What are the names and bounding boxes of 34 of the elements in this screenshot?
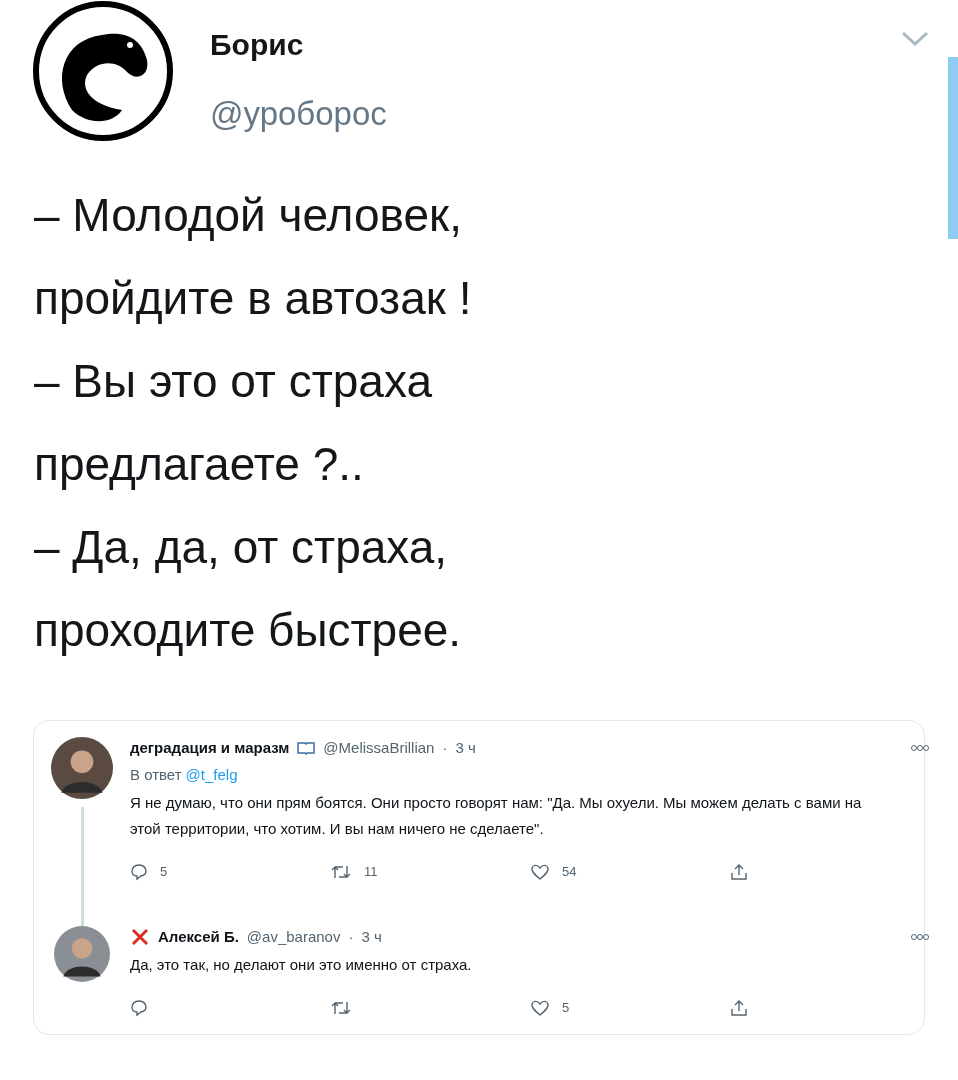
action-count: 11 [364,863,378,881]
avatar [51,737,113,799]
reply-handle: @MelissaBrillian [323,738,435,758]
tweet-text-line: предлагаете ?.. [34,437,365,492]
tweet-text-line: пройдите в автозак ! [34,271,473,326]
reply-handle: @av_baranov [246,926,341,947]
action-count: 5 [160,863,168,881]
tweet-text-line: проходите быстрее. [34,603,463,658]
reply-author-name: Алексей Б. [158,926,239,947]
avatar [54,925,110,982]
more-options-icon[interactable] [910,932,930,941]
more-options-icon[interactable] [910,744,930,753]
heart-icon[interactable] [530,862,550,881]
reply-time: 3 ч [455,738,476,758]
share-icon[interactable] [730,998,748,1017]
reply-context: В ответ [130,764,182,785]
action-count: 5 [562,999,570,1017]
tweet-text-line: – Да, да, от страха, [34,520,449,575]
author-handle: @уроборос [210,94,388,134]
action-count: 54 [562,863,577,881]
heart-icon[interactable] [530,998,550,1017]
mention-link[interactable]: @t_felg [185,763,238,786]
reply-time: 3 ч [361,926,382,947]
reply-text: Я не думаю, что они прям боятся. Они просто говорят нам: "Да. Мы охуели. Мы можем делать с вами на этой территории, что хотим. И вы нам ничего не сделаете". [130,793,863,839]
share-icon[interactable] [730,862,748,881]
separator-dot: · [348,926,354,947]
author-name: Борис [210,27,305,63]
tweet-text-line: – Вы это от страха [34,354,433,409]
comment-icon[interactable] [130,998,148,1017]
reply-text: Да, это так, но делают они это именно от страха. [130,955,473,975]
tweet-text-line: – Молодой человек, [34,188,463,243]
comment-icon[interactable] [130,862,148,881]
reply-author-name: деградация и маразм [130,738,290,758]
separator-dot: · [442,738,448,758]
